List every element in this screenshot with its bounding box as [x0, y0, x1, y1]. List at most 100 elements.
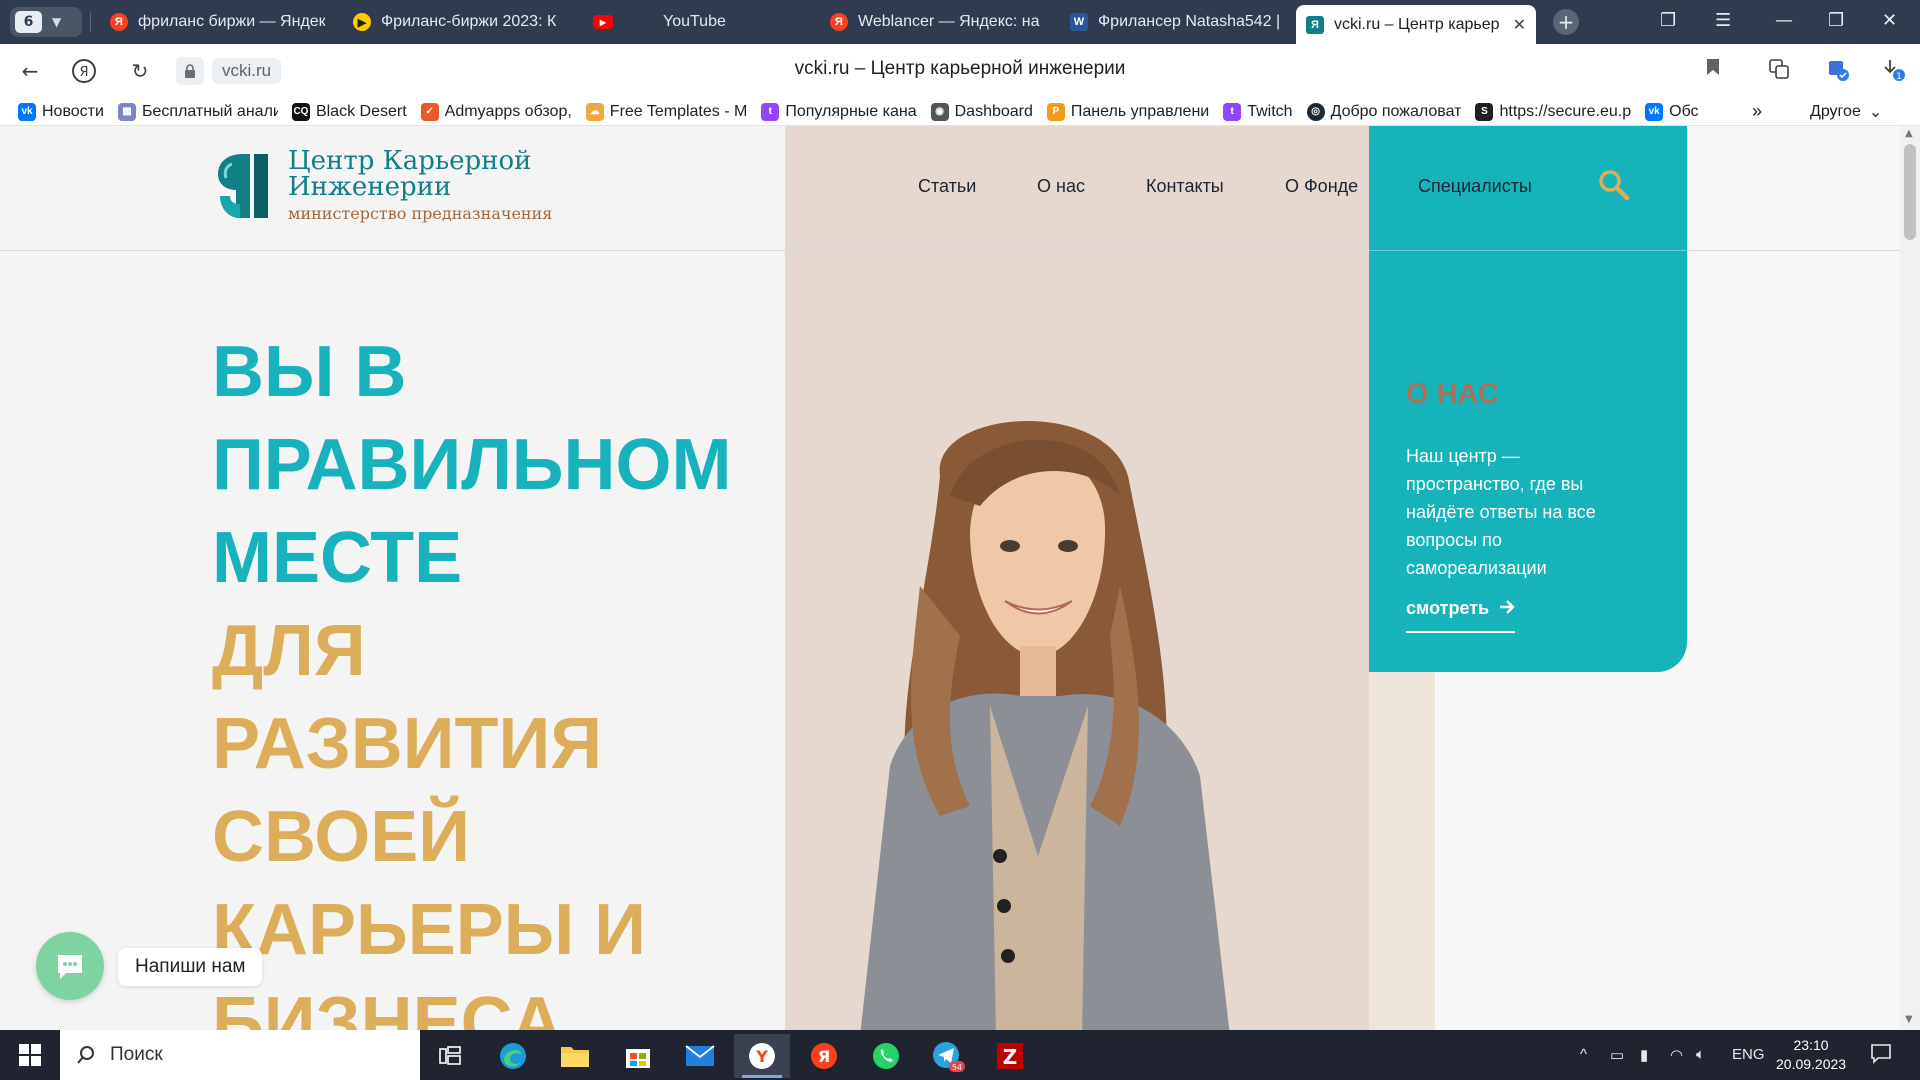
- downloads-icon[interactable]: 1: [1882, 58, 1906, 86]
- battery-icon[interactable]: ▮: [1640, 1046, 1648, 1064]
- windows-start-icon[interactable]: [10, 1040, 50, 1070]
- tray-expand-icon[interactable]: ^: [1580, 1046, 1587, 1063]
- scroll-down-icon[interactable]: ▼: [1905, 1014, 1913, 1025]
- yandex-app[interactable]: Я: [796, 1034, 852, 1078]
- filezilla-app[interactable]: Z: [982, 1034, 1038, 1078]
- bookmark-item[interactable]: vk Новости: [18, 102, 104, 121]
- task-view-button[interactable]: [422, 1034, 478, 1078]
- mail-app[interactable]: [672, 1034, 728, 1078]
- bookmark-label: Admyapps обзор,: [444, 102, 572, 120]
- svg-text:1: 1: [1896, 72, 1902, 82]
- svg-text:Я: Я: [79, 65, 88, 80]
- vk-icon: vk: [18, 102, 36, 121]
- chat-widget-button[interactable]: [36, 932, 104, 1000]
- page-scrollbar[interactable]: ▲ ▼: [1900, 126, 1920, 1030]
- hero-line: КАРЬЕРЫ И: [212, 890, 647, 970]
- tab-active[interactable]: Я vcki.ru – Центр карьер ✕: [1296, 5, 1536, 44]
- taskbar-search-field[interactable]: Поиск: [60, 1030, 420, 1080]
- bookmarks-other-folder[interactable]: Другое ⌄: [1810, 102, 1882, 122]
- scroll-up-icon[interactable]: ▲: [1905, 128, 1913, 139]
- hero-line: ПРАВИЛЬНОМ: [212, 425, 732, 505]
- page-title: vcki.ru – Центр карьерной инженерии: [794, 58, 1126, 79]
- steam-icon: ◎: [1306, 102, 1325, 121]
- tab-separator: [90, 12, 91, 32]
- cloud-icon: ☁: [585, 102, 604, 121]
- yandex-home-icon[interactable]: Я: [70, 57, 98, 85]
- taskbar-clock[interactable]: 23:10 20.09.2023: [1776, 1036, 1846, 1074]
- explorer-app[interactable]: [547, 1034, 603, 1078]
- menu-icon[interactable]: ☰: [1715, 10, 1731, 31]
- nav-item-specialists[interactable]: Специалисты: [1418, 176, 1532, 197]
- nav-item-about[interactable]: О нас: [1037, 176, 1085, 197]
- collections-icon[interactable]: ❐: [1660, 10, 1676, 31]
- close-window-icon[interactable]: ✕: [1882, 10, 1897, 31]
- url-text[interactable]: vcki.ru: [212, 58, 282, 84]
- nav-item-articles[interactable]: Статьи: [918, 176, 976, 197]
- meet-now-icon[interactable]: ▭: [1610, 1046, 1624, 1064]
- tab-3[interactable]: ▶ YouTube: [583, 5, 813, 39]
- about-text: Наш центр — пространство, где вы найдёте…: [1406, 446, 1596, 578]
- hero-portrait-image: [860, 421, 1230, 1030]
- vcki-icon: Я: [1306, 15, 1324, 34]
- check-icon: ✓: [420, 102, 439, 121]
- tab-4[interactable]: Я Weblancer — Яндекс: на: [820, 5, 1055, 39]
- site-nav: Статьи О нас Контакты О Фонде Специалист…: [0, 176, 1600, 206]
- edge-app[interactable]: [485, 1034, 541, 1078]
- store-app[interactable]: [610, 1034, 666, 1078]
- tab-counter-button[interactable]: 6 ▼: [10, 7, 82, 37]
- bookmark-item[interactable]: ✓ Admyapps обзор,: [420, 102, 572, 121]
- bookmark-item[interactable]: t Популярные кана: [761, 102, 917, 121]
- nav-item-contacts[interactable]: Контакты: [1146, 176, 1224, 197]
- grid-icon: ▦: [117, 102, 136, 121]
- extension-icon[interactable]: [1826, 58, 1850, 86]
- search-icon[interactable]: [1597, 168, 1631, 202]
- logo-title-line1: Центр Карьерной: [288, 146, 532, 176]
- language-indicator[interactable]: ENG: [1732, 1046, 1765, 1063]
- volume-icon[interactable]: 🔈︎: [1696, 1046, 1705, 1063]
- whatsapp-app[interactable]: [858, 1034, 914, 1078]
- yandex-browser-app[interactable]: Y: [734, 1034, 790, 1078]
- reload-icon[interactable]: ↻: [126, 57, 154, 85]
- bookmark-item[interactable]: ◉ Dashboard: [930, 102, 1033, 121]
- tab-5[interactable]: W Фрилансер Natasha542 |: [1060, 5, 1290, 39]
- bookmark-item[interactable]: ◎ Добро пожаловат: [1306, 102, 1461, 121]
- bookmark-item[interactable]: CQ Black Desert: [291, 102, 407, 121]
- chat-widget-label[interactable]: Напиши нам: [118, 948, 263, 986]
- bookmark-label: Бесплатный анализ: [141, 102, 278, 120]
- taskbar-search-placeholder: Поиск: [110, 1044, 163, 1065]
- bookmark-item[interactable]: ☁ Free Templates - M: [585, 102, 747, 121]
- restore-icon[interactable]: ❐: [1828, 10, 1844, 31]
- url-field[interactable]: vcki.ru: [176, 57, 282, 85]
- scrollbar-thumb[interactable]: [1904, 144, 1916, 240]
- wifi-icon[interactable]: ◠: [1670, 1046, 1683, 1064]
- s-icon: S: [1475, 102, 1494, 121]
- p-icon: P: [1046, 102, 1065, 121]
- bookmark-item[interactable]: Shttps://secure.eu.p: [1475, 102, 1631, 121]
- bookmarks-more-button[interactable]: »: [1752, 101, 1762, 122]
- bookmark-icon[interactable]: [1706, 58, 1720, 80]
- minimize-icon[interactable]: —: [1775, 10, 1793, 31]
- tab-1[interactable]: Я фриланс биржи — Яндекс: [100, 5, 335, 39]
- translate-icon[interactable]: [1768, 58, 1790, 84]
- hero-line: БИЗНЕСА: [212, 983, 563, 1030]
- new-tab-button[interactable]: +: [1553, 9, 1579, 35]
- lock-icon[interactable]: [176, 57, 204, 85]
- tab-title: Фрилансер Natasha542 |: [1098, 13, 1280, 30]
- bookmark-item[interactable]: ▦ Бесплатный анализ: [117, 102, 278, 121]
- tab-2[interactable]: ▶ Фриланс-биржи 2023: К: [343, 5, 573, 39]
- about-more-link[interactable]: смотреть: [1406, 598, 1516, 633]
- folder-icon: [561, 1047, 589, 1067]
- youtube-icon: ▶: [593, 15, 613, 29]
- nav-item-fund[interactable]: О Фонде: [1285, 176, 1358, 197]
- bookmark-item[interactable]: P Панель управлени: [1046, 102, 1209, 121]
- back-icon[interactable]: ←: [16, 57, 44, 85]
- chevron-down-icon: ⌄: [1868, 104, 1883, 121]
- bookmark-item[interactable]: vk Обс: [1645, 102, 1699, 121]
- close-tab-icon[interactable]: ✕: [1513, 15, 1526, 35]
- clock-date: 20.09.2023: [1776, 1056, 1847, 1072]
- telegram-app[interactable]: 54: [920, 1034, 976, 1078]
- bd-icon: CQ: [291, 102, 310, 121]
- notifications-icon[interactable]: [1870, 1042, 1892, 1068]
- store-icon: [626, 1049, 650, 1068]
- bookmark-item[interactable]: t Twitch: [1223, 102, 1293, 121]
